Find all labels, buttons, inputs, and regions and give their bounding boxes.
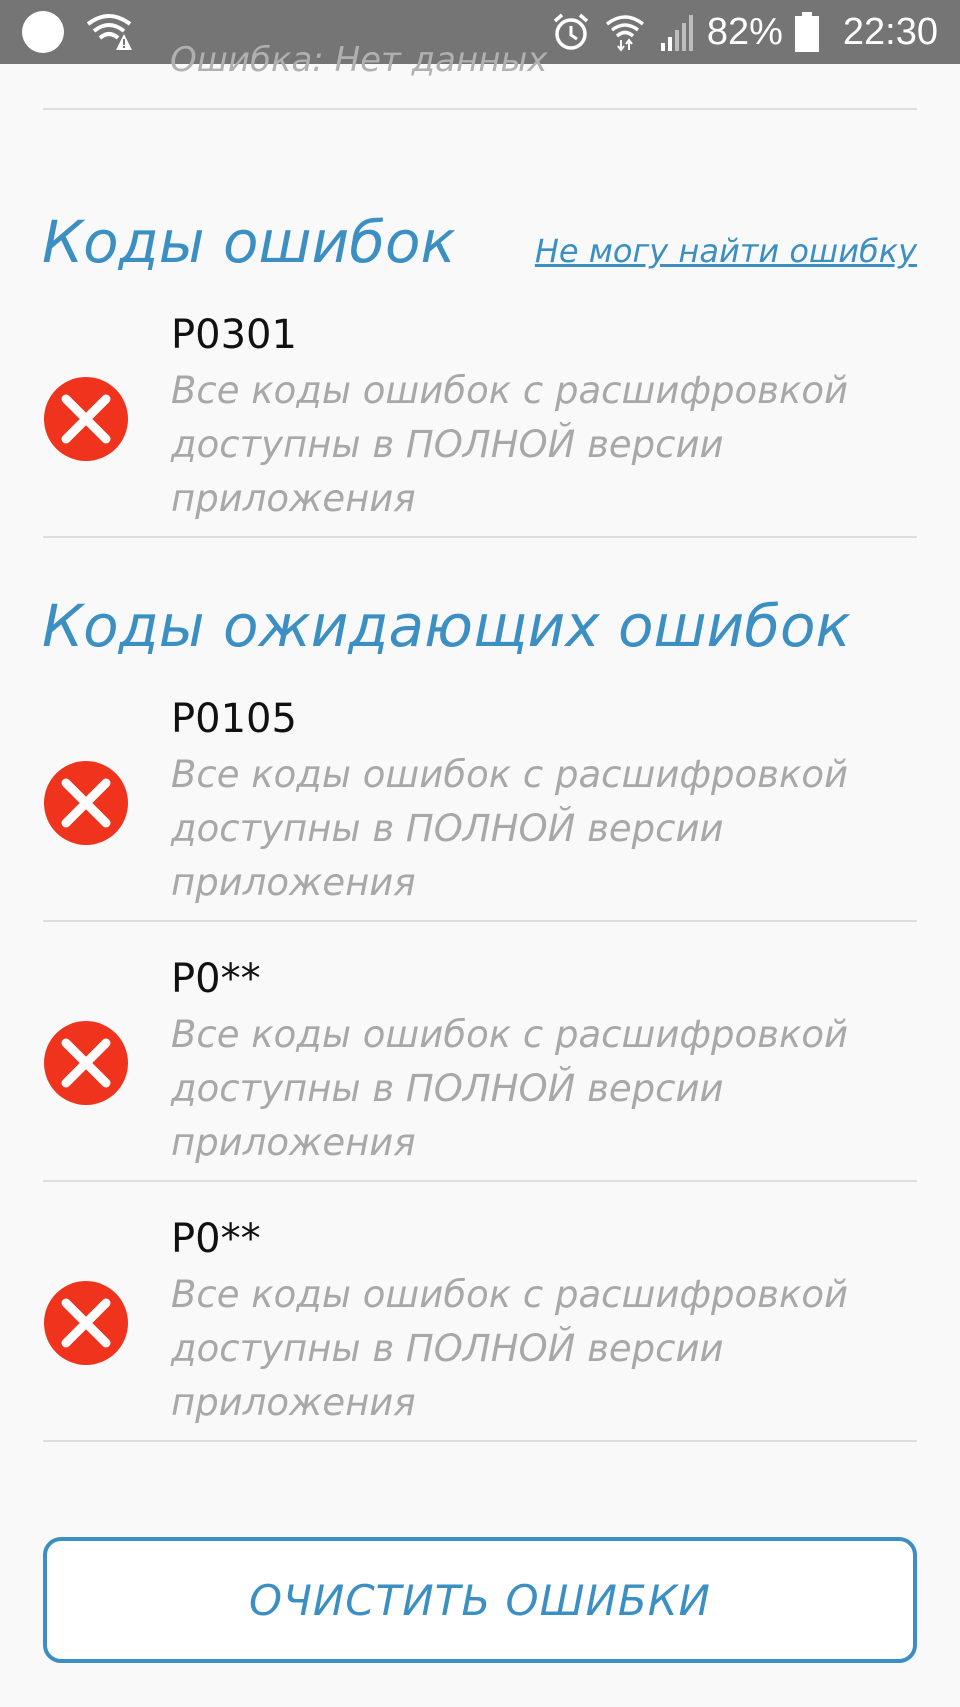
error-x-icon <box>44 761 128 845</box>
error-description: Все коды ошибок с расшифровкой доступны … <box>171 1273 849 1424</box>
divider <box>43 1440 917 1442</box>
error-description: Все коды ошибок с расшифровкой доступны … <box>171 369 849 520</box>
pending-code-item[interactable]: P0** Все коды ошибок с расшифровкой дост… <box>43 1216 917 1436</box>
divider <box>43 536 917 538</box>
error-x-icon <box>44 1021 128 1105</box>
pending-code-item[interactable]: P0** Все коды ошибок с расшифровкой дост… <box>43 956 917 1176</box>
divider <box>43 108 917 110</box>
error-codes-title: Коды ошибок <box>42 208 456 276</box>
pending-code-item[interactable]: P0105 Все коды ошибок с расшифровкой дос… <box>43 696 917 916</box>
error-code-item[interactable]: P0301 Все коды ошибок с расшифровкой дос… <box>43 312 917 532</box>
error-code: P0301 <box>171 312 297 358</box>
wifi-data-icon <box>605 12 645 52</box>
error-description: Все коды ошибок с расшифровкой доступны … <box>171 1013 849 1164</box>
battery-icon <box>794 12 819 52</box>
clear-errors-button[interactable]: ОЧИСТИТЬ ОШИБКИ <box>43 1537 917 1663</box>
divider <box>43 920 917 922</box>
divider <box>43 1180 917 1182</box>
clock: 22:30 <box>842 10 938 53</box>
alarm-icon <box>551 12 591 52</box>
error-description: Все коды ошибок с расшифровкой доступны … <box>171 753 849 904</box>
pending-codes-title: Коды ожидающих ошибок <box>42 592 851 660</box>
error-x-icon <box>44 377 128 461</box>
top-cut-status-text: Ошибка: Нет данных <box>170 40 548 80</box>
error-code: P0** <box>171 1216 261 1262</box>
error-x-icon <box>44 1281 128 1365</box>
cant-find-error-link[interactable]: Не могу найти ошибку <box>535 232 917 270</box>
error-code: P0105 <box>171 696 297 742</box>
error-code: P0** <box>171 956 261 1002</box>
notification-circle-icon <box>22 11 64 53</box>
wifi-warning-icon <box>86 12 132 52</box>
battery-percent: 82% <box>706 10 783 53</box>
signal-icon <box>659 13 693 51</box>
